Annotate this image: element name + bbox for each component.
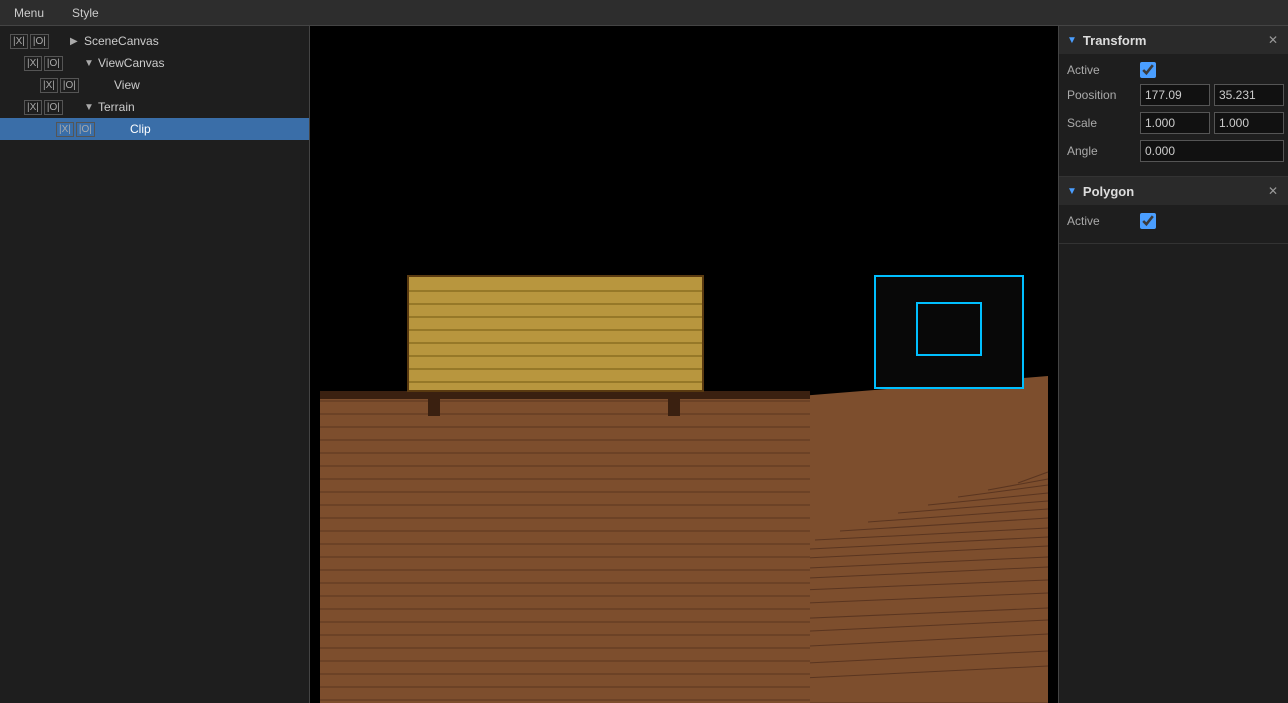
transform-angle-row: Angle (1067, 140, 1280, 162)
transform-close-button[interactable]: ✕ (1266, 33, 1280, 47)
polygon-title: Polygon (1083, 184, 1260, 199)
polygon-active-label: Active (1067, 214, 1132, 228)
menu-item-style[interactable]: Style (66, 4, 105, 22)
label-view-canvas: ViewCanvas (98, 56, 309, 70)
transform-scale-y[interactable] (1214, 112, 1284, 134)
o-btn-terrain[interactable]: |O| (44, 100, 63, 115)
o-btn-scene-canvas[interactable]: |O| (30, 34, 49, 49)
scene-svg (310, 26, 1058, 703)
main-layout: |X| |O| ▶ SceneCanvas |X| |O| ▼ ViewCanv… (0, 26, 1288, 703)
x-btn-view-canvas[interactable]: |X| (24, 56, 42, 71)
x-btn-scene-canvas[interactable]: |X| (10, 34, 28, 49)
menu-item-menu[interactable]: Menu (8, 4, 50, 22)
tree-row-scene-canvas[interactable]: |X| |O| ▶ SceneCanvas (0, 30, 309, 52)
transform-title: Transform (1083, 33, 1260, 48)
transform-scale-row: Scale (1067, 112, 1280, 134)
transform-active-label: Active (1067, 63, 1132, 77)
transform-angle-value[interactable] (1140, 140, 1284, 162)
transform-header: ▼ Transform ✕ (1059, 26, 1288, 54)
arrow-clip (116, 124, 130, 135)
label-scene-canvas: SceneCanvas (84, 34, 309, 48)
transform-active-row: Active (1067, 62, 1280, 78)
polygon-arrow-icon: ▼ (1067, 186, 1077, 197)
o-btn-view[interactable]: |O| (60, 78, 79, 93)
arrow-view-canvas: ▼ (84, 58, 98, 69)
transform-scale-x[interactable] (1140, 112, 1210, 134)
transform-section: ▼ Transform ✕ Active Poosition (1059, 26, 1288, 177)
polygon-header: ▼ Polygon ✕ (1059, 177, 1288, 205)
right-panel: ▼ Transform ✕ Active Poosition (1058, 26, 1288, 703)
label-view: View (114, 78, 309, 92)
menubar: Menu Style (0, 0, 1288, 26)
polygon-close-button[interactable]: ✕ (1266, 184, 1280, 198)
transform-scale-label: Scale (1067, 116, 1132, 130)
transform-position-row: Poosition (1067, 84, 1280, 106)
transform-arrow-icon: ▼ (1067, 35, 1077, 46)
transform-scale-inputs (1140, 112, 1284, 134)
viewport[interactable] (310, 26, 1058, 703)
arrow-view (100, 80, 114, 91)
tree-row-terrain[interactable]: |X| |O| ▼ Terrain (0, 96, 309, 118)
polygon-active-checkbox-wrap (1140, 213, 1156, 229)
polygon-section: ▼ Polygon ✕ Active (1059, 177, 1288, 244)
transform-body: Active Poosition Scale (1059, 54, 1288, 176)
o-btn-clip[interactable]: |O| (76, 122, 95, 137)
polygon-active-checkbox[interactable] (1140, 213, 1156, 229)
transform-position-x[interactable] (1140, 84, 1210, 106)
x-btn-terrain[interactable]: |X| (24, 100, 42, 115)
scene-tree-panel: |X| |O| ▶ SceneCanvas |X| |O| ▼ ViewCanv… (0, 26, 310, 703)
tree-row-view-canvas[interactable]: |X| |O| ▼ ViewCanvas (0, 52, 309, 74)
tree-row-clip[interactable]: |X| |O| Clip (0, 118, 309, 140)
polygon-active-row: Active (1067, 213, 1280, 229)
tree-row-view[interactable]: |X| |O| View (0, 74, 309, 96)
transform-active-checkbox-wrap (1140, 62, 1156, 78)
transform-position-label: Poosition (1067, 88, 1132, 102)
x-btn-clip[interactable]: |X| (56, 122, 74, 137)
transform-active-checkbox[interactable] (1140, 62, 1156, 78)
x-btn-view[interactable]: |X| (40, 78, 58, 93)
transform-position-y[interactable] (1214, 84, 1284, 106)
label-terrain: Terrain (98, 100, 309, 114)
label-clip: Clip (130, 122, 309, 136)
o-btn-view-canvas[interactable]: |O| (44, 56, 63, 71)
polygon-body: Active (1059, 205, 1288, 243)
transform-position-inputs (1140, 84, 1284, 106)
arrow-terrain: ▼ (84, 102, 98, 113)
transform-angle-label: Angle (1067, 144, 1132, 158)
arrow-scene-canvas: ▶ (70, 36, 84, 47)
